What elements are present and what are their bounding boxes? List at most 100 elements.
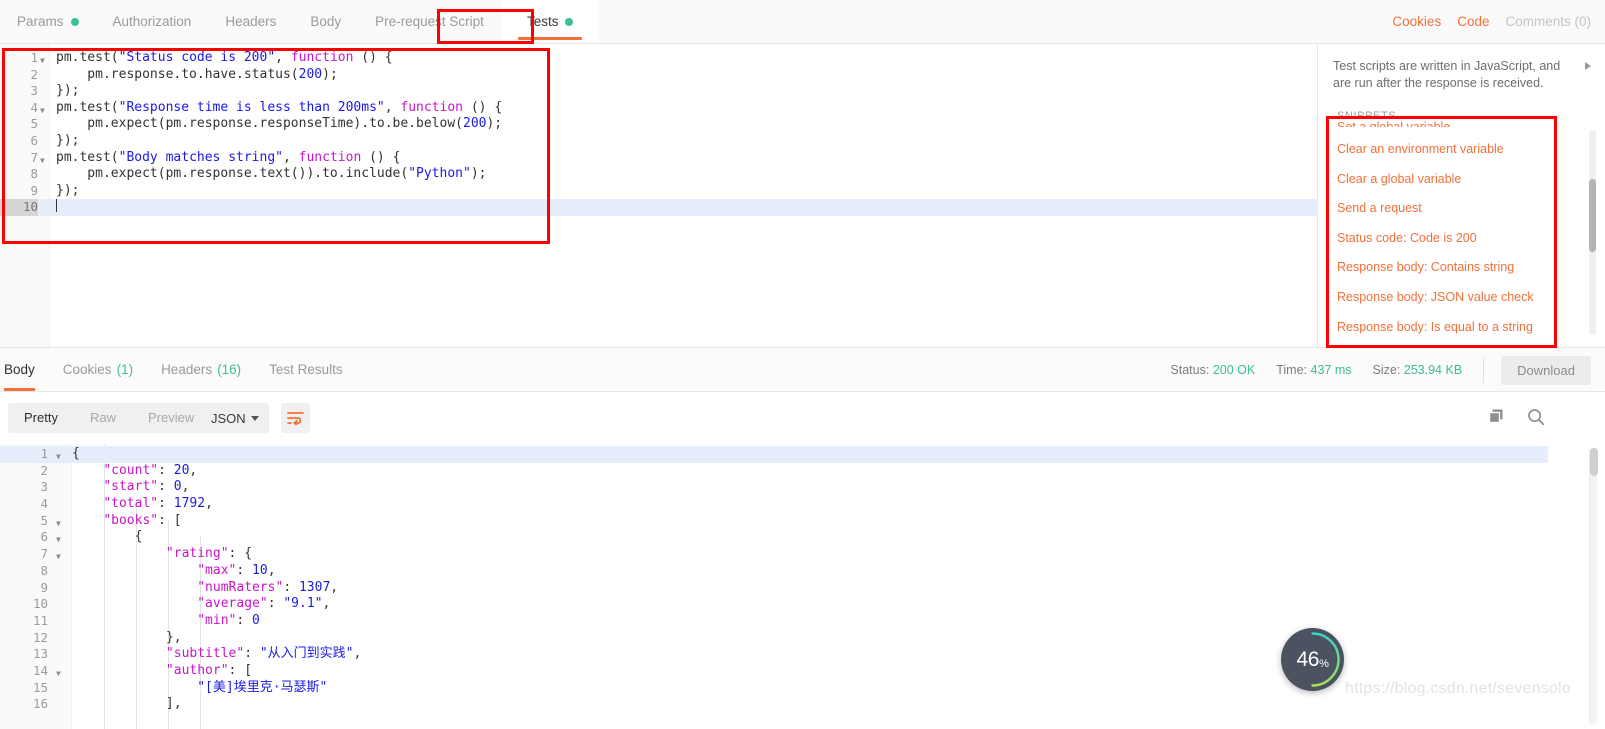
snippets-scrollbar-thumb[interactable] [1589,179,1596,252]
line-source: pm.expect(pm.response.text()).to.include… [56,166,487,182]
line-source: "[美]埃里克·马瑟斯" [197,679,328,695]
snippet-item[interactable]: Clear a global variable [1337,172,1605,187]
code-line[interactable]: 12 }, [0,630,1605,647]
snippet-item[interactable]: Clear an environment variable [1337,142,1605,157]
comments-link[interactable]: Comments (0) [1505,14,1591,29]
code-line[interactable]: 10 [0,199,1318,216]
line-source: "total": 1792, [103,496,213,512]
line-number: 4 [30,99,38,115]
code-line[interactable]: 7 ▼ pm.test("Body matches string", functio… [0,150,1318,167]
collapse-arrow-icon[interactable] [1585,62,1591,70]
code-line[interactable]: 6}); [0,133,1318,150]
download-button[interactable]: Download [1501,355,1591,385]
code-line[interactable]: 10 "average": "9.1", [0,596,1605,613]
code-line[interactable]: 11 "min": 0 [0,613,1605,630]
line-source: "max": 10, [197,562,276,578]
code-line[interactable]: 1 ▼{ [0,446,1548,463]
time-label: Time: [1276,363,1308,377]
code-line[interactable]: 9 "numRaters": 1307, [0,580,1605,597]
snippets-list[interactable]: Set a global variable Clear an environmen… [1319,118,1605,335]
code-line[interactable]: 14 ▼ "author": [ [0,663,1605,680]
word-wrap-button[interactable] [281,403,310,433]
code-line[interactable]: 4 ▼ pm.test("Response time is less than 20… [0,100,1318,117]
code-line[interactable]: 7 ▼ "rating": { [0,546,1605,563]
search-button[interactable] [1527,408,1545,431]
tests-script-editor[interactable]: 1 ▼ pm.test("Status code is 200", function… [0,44,1318,347]
line-number: 1 [40,446,48,461]
format-select[interactable]: JSON [201,403,269,433]
code-line[interactable]: 5 pm.expect(pm.response.responseTime).to… [0,116,1318,133]
line-number: 9 [30,182,38,198]
snippets-scroll-area[interactable]: Set a global variable Clear an environmen… [1319,118,1605,347]
snippets-scrollbar-track[interactable] [1589,130,1596,335]
resp-tab-body[interactable]: Body [0,347,49,391]
body-view-segmented[interactable]: Pretty Raw Preview [8,403,211,433]
line-number: 9 [40,579,48,595]
line-source: pm.test("Response time is less than 200m… [56,99,503,115]
line-number: 7 [30,149,38,165]
resp-active-underline [4,388,35,391]
editor-code-lines[interactable]: 1 ▼ pm.test("Status code is 200", function… [0,50,1318,216]
code-line[interactable]: 13 "subtitle": "从入门到实践", [0,646,1605,663]
postman-window: Params Authorization Headers Body Pre-re… [0,0,1605,729]
tab-headers[interactable]: Headers [208,0,293,43]
code-line[interactable]: 8 "max": 10, [0,563,1605,580]
resp-tab-headers[interactable]: Headers (16) [147,347,255,391]
code-line[interactable]: 8 pm.expect(pm.response.text()).to.inclu… [0,166,1318,183]
tab-pre-request-script[interactable]: Pre-request Script [358,0,501,43]
line-source: pm.response.to.have.status(200); [56,66,338,82]
line-source: pm.test("Status code is 200", function (… [56,50,393,65]
line-source: "subtitle": "从入门到实践", [165,646,362,662]
copy-button[interactable] [1488,408,1505,431]
snippet-item[interactable]: Status code: Code is 200 [1337,231,1605,246]
code-line[interactable]: 1 ▼ pm.test("Status code is 200", function… [0,50,1318,67]
code-line[interactable]: 3 "start": 0, [0,479,1605,496]
snippet-item[interactable]: Send a request [1337,201,1605,216]
size-label: Size: [1372,363,1401,377]
resp-tab-test-results[interactable]: Test Results [255,347,357,391]
line-number: 5 [40,512,48,528]
body-scrollbar-track[interactable] [1589,448,1598,725]
line-source: pm.test("Body matches string", function … [56,149,401,165]
code-link[interactable]: Code [1457,14,1489,29]
status-meta: Status: 200 OK [1170,363,1255,377]
snippet-item[interactable]: Response body: Contains string [1337,260,1605,275]
meta-divider [1483,357,1485,383]
snippet-item[interactable]: Response body: JSON value check [1337,290,1605,305]
resp-tab-headers-label: Headers [161,361,213,377]
line-source: "count": 20, [103,462,198,478]
line-number: 2 [30,66,38,82]
tab-tests[interactable]: Tests [500,0,600,43]
code-line[interactable]: 6 ▼ { [0,529,1605,546]
tab-params[interactable]: Params [0,0,96,43]
line-number: 13 [32,646,48,662]
code-line[interactable]: 5 ▼ "books": [ [0,513,1605,530]
tab-authorization[interactable]: Authorization [96,0,209,43]
code-line[interactable]: 2 pm.response.to.have.status(200); [0,67,1318,84]
code-line[interactable]: 16 ], [0,696,1605,713]
line-source: "rating": { [165,546,253,562]
size-meta: Size: 253.94 KB [1373,363,1463,377]
code-line[interactable]: 4 "total": 1792, [0,496,1605,513]
line-source: { [72,529,143,545]
cookies-link[interactable]: Cookies [1392,14,1441,29]
code-line[interactable]: 9}); [0,183,1318,200]
line-source: "numRaters": 1307, [197,579,339,595]
response-body-toolbar: Pretty Raw Preview JSON [0,392,1605,445]
view-preview[interactable]: Preview [132,403,210,433]
body-code-lines[interactable]: 1 ▼{2 "count": 20, 3 "start": 0, 4 "total":… [0,446,1605,713]
body-scrollbar-thumb[interactable] [1590,448,1598,476]
line-source [56,199,57,216]
progress-widget[interactable]: 46% [1281,628,1344,691]
snippet-item[interactable]: Response body: Is equal to a string [1337,320,1605,335]
view-raw[interactable]: Raw [74,403,132,433]
code-line[interactable]: 3}); [0,83,1318,100]
line-number: 6 [40,529,48,545]
snippet-item[interactable]: Set a global variable [1337,120,1605,127]
tab-body[interactable]: Body [293,0,358,43]
word-wrap-icon [287,412,304,425]
code-line[interactable]: 2 "count": 20, [0,463,1605,480]
view-pretty[interactable]: Pretty [8,403,74,433]
copy-icon [1488,409,1503,424]
resp-tab-cookies[interactable]: Cookies (1) [49,347,147,391]
